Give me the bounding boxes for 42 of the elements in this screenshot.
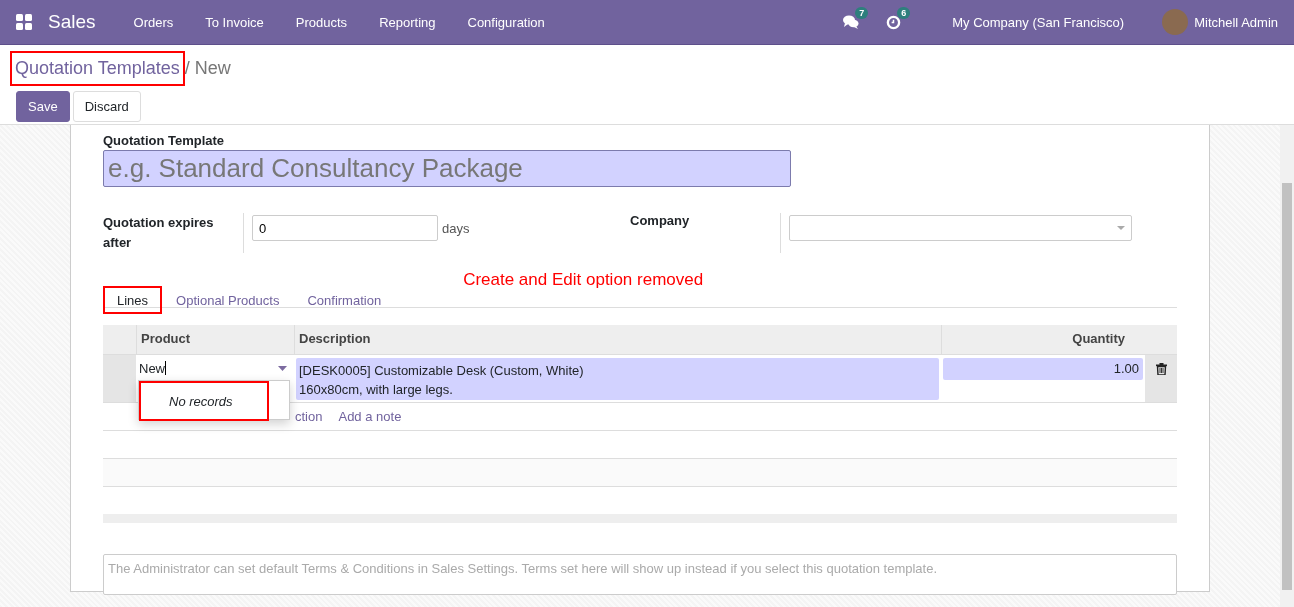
menu-item[interactable]: Orders (117, 14, 190, 30)
column-header[interactable]: Product (136, 325, 294, 354)
clock-icon[interactable] (886, 14, 902, 30)
user-menu[interactable]: Mitchell Admin (1194, 14, 1278, 30)
caret-icon (278, 366, 287, 371)
description-field[interactable]: [DESK0005] Customizable Desk (Custom, White) 160x80cm, with large legs. (296, 358, 939, 400)
terms-field[interactable]: The Administrator can set default Terms & Conditions in Sales Settings. Terms set here will show up instead if you select this quotation template. (103, 554, 1177, 595)
column-header[interactable]: Quantity (941, 325, 1145, 354)
app-name[interactable]: Sales (48, 11, 96, 33)
save-button[interactable]: Save (16, 91, 70, 122)
messages-count-badge: 7 (855, 7, 869, 19)
menu-item[interactable]: Reporting (363, 14, 452, 30)
row-handle-cell[interactable] (103, 355, 136, 402)
add-line-link[interactable]: Add a note (338, 409, 402, 424)
expires-field[interactable]: 0 (252, 215, 438, 241)
menu-item[interactable]: To Invoice (189, 14, 280, 30)
template-name-field[interactable]: e.g. Standard Consultancy Package (103, 150, 791, 187)
field-label: Company (630, 213, 781, 253)
apps-grid-icon[interactable] (16, 14, 32, 30)
no-records-message: No records (139, 381, 269, 421)
column-header[interactable]: Description (294, 325, 941, 354)
tab[interactable]: Optional Products (162, 286, 294, 314)
product-field[interactable]: New (136, 355, 294, 381)
menu-item[interactable]: Products (279, 14, 364, 30)
tab[interactable]: Lines (103, 286, 163, 314)
field-label: Quotation expires after (103, 213, 244, 253)
field-label: Quotation Template (103, 133, 226, 148)
breadcrumb-link[interactable]: Quotation Templates (10, 50, 185, 86)
activities-count-badge: 6 (897, 6, 911, 19)
scrollbar-drawing[interactable] (1280, 125, 1294, 607)
unit-label: days (442, 220, 470, 236)
chat-icon[interactable] (843, 15, 860, 29)
menu-item[interactable]: Configuration (451, 14, 561, 30)
add-line-link[interactable]: ction (295, 409, 323, 424)
company-switcher[interactable]: My Company (San Francisco) (952, 14, 1125, 30)
caret-icon (1117, 226, 1125, 230)
tab[interactable]: Confirmation (293, 286, 396, 314)
breadcrumb-current: / New (184, 57, 231, 79)
trash-icon[interactable] (1155, 363, 1167, 375)
annotation-text: Create and Edit option removed (463, 270, 704, 290)
discard-button[interactable]: Discard (72, 91, 141, 122)
quantity-field[interactable]: 1.00 (943, 358, 1143, 380)
